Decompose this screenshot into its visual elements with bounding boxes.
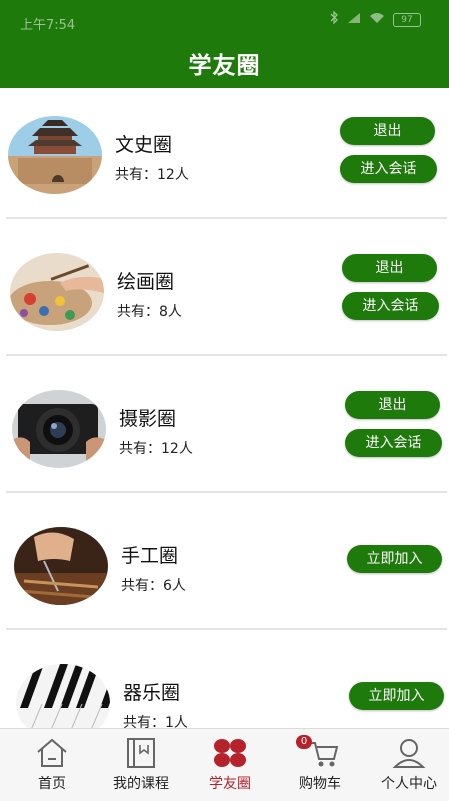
enter-chat-button[interactable]: 进入会话 [342,292,439,320]
tab-home[interactable]: 首页 [10,735,94,793]
circle-name: 器乐圈 [123,682,181,704]
circle-name: 绘画圈 [117,271,175,293]
bluetooth-icon [329,10,339,28]
wifi-icon [369,12,385,28]
home-icon [10,735,94,771]
divider [6,354,447,356]
tab-label: 首页 [38,776,66,792]
circle-image-handcraft [14,527,108,605]
cart-icon: 0 [278,735,362,771]
status-bar: 上午7:54 97 [0,0,449,40]
quit-button[interactable]: 退出 [345,391,440,419]
tab-study-circle[interactable]: 学友圈 [188,735,272,793]
flower-icon [188,735,272,771]
status-time: 上午7:54 [20,18,76,33]
divider [6,491,447,493]
circle-name: 摄影圈 [119,408,177,430]
circle-image-painting [10,253,104,331]
circle-card: 文史圈 共有：12人 退出 进入会话 [0,88,449,224]
status-icons: 97 [329,10,421,28]
signal-icon [347,12,361,28]
circle-name: 文史圈 [115,134,173,156]
join-now-button[interactable]: 立即加入 [347,545,442,573]
tab-label: 学友圈 [209,776,251,792]
circle-image-gate-tower [8,116,102,194]
app-header: 上午7:54 97 学友圈 [0,0,449,88]
circle-name: 手工圈 [121,545,179,567]
tab-label: 个人中心 [381,776,437,792]
divider [6,628,447,630]
tab-my-courses[interactable]: 我的课程 [99,735,183,793]
circle-card: 绘画圈 共有：8人 退出 进入会话 [0,225,449,361]
circle-card: 摄影圈 共有：12人 退出 进入会话 [0,362,449,498]
tab-profile[interactable]: 个人中心 [367,735,449,793]
user-icon [367,735,449,771]
circle-member-count: 共有：6人 [121,578,186,594]
enter-chat-button[interactable]: 进入会话 [340,155,437,183]
page-title: 学友圈 [188,53,261,79]
quit-button[interactable]: 退出 [340,117,435,145]
divider [6,217,447,219]
bottom-tab-bar: 首页 我的课程 学友圈 0 购物车 个人中心 [0,728,449,801]
tab-cart[interactable]: 0 购物车 [278,735,362,793]
circle-card: 手工圈 共有：6人 立即加入 [0,499,449,635]
tab-label: 我的课程 [113,776,169,792]
book-icon [99,735,183,771]
circle-member-count: 共有：8人 [117,304,182,320]
enter-chat-button[interactable]: 进入会话 [345,429,442,457]
battery-icon: 97 [393,12,421,27]
tab-label: 购物车 [299,776,341,792]
circle-member-count: 共有：12人 [115,167,189,183]
circle-image-camera [12,390,106,468]
cart-badge: 0 [296,735,312,749]
circle-member-count: 共有：12人 [119,441,193,457]
quit-button[interactable]: 退出 [342,254,437,282]
join-now-button[interactable]: 立即加入 [349,682,444,710]
